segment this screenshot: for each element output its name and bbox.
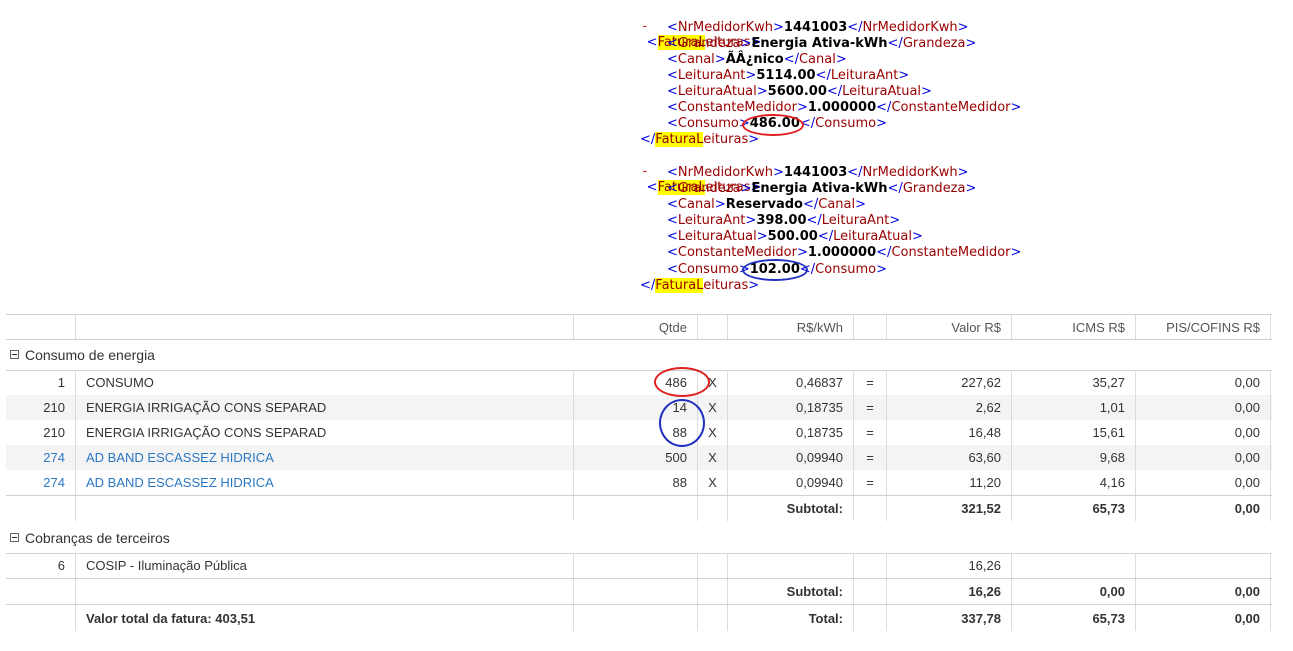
row-description: CONSUMO — [76, 370, 574, 395]
row-icms: 1,01 — [1012, 395, 1136, 420]
row-description: ENERGIA IRRIGAÇÃO CONS SEPARAD — [76, 395, 574, 420]
xml-open-tag[interactable]: - <FaturaLeituras> — [626, 148, 761, 195]
row-valor: 227,62 — [887, 370, 1012, 395]
table-row: 274 AD BAND ESCASSEZ HIDRICA 500 X 0,099… — [6, 445, 1272, 470]
collapse-box-icon[interactable] — [10, 350, 19, 359]
total-row: Valor total da fatura: 403,51 Total: 337… — [6, 605, 1272, 631]
total-valor: 337,78 — [887, 605, 1012, 631]
xml-line: <Canal>Reservado</Canal> — [667, 197, 867, 212]
row-code: 210 — [6, 420, 76, 445]
table-row: 274 AD BAND ESCASSEZ HIDRICA 88 X 0,0994… — [6, 470, 1272, 496]
row-rate: 0,09940 — [728, 445, 854, 470]
row-description-link[interactable]: AD BAND ESCASSEZ HIDRICA — [76, 445, 574, 470]
red-annotation-circle — [654, 367, 710, 397]
row-description: COSIP - Iluminação Pública — [76, 553, 574, 578]
xml-line: <LeituraAtual>5600.00</LeituraAtual> — [667, 84, 932, 99]
collapse-icon[interactable]: - — [643, 19, 648, 34]
subtotal-icms: 0,00 — [1012, 579, 1136, 604]
row-equals: = — [854, 420, 887, 445]
xml-line: <LeituraAtual>500.00</LeituraAtual> — [667, 229, 923, 244]
row-icms: 35,27 — [1012, 370, 1136, 395]
row-description-link[interactable]: AD BAND ESCASSEZ HIDRICA — [76, 470, 574, 495]
row-pis: 0,00 — [1136, 370, 1271, 395]
xml-line: <Canal>ÃÂ¿nico</Canal> — [667, 52, 847, 67]
xml-line: <Grandeza>Energia Ativa-kWh</Grandeza> — [667, 36, 977, 51]
collapse-icon[interactable]: - — [643, 164, 648, 179]
row-multiply: X — [698, 470, 728, 495]
invoice-table: Qtde R$/kWh Valor R$ ICMS R$ PIS/COFINS … — [6, 314, 1272, 634]
xml-line: <LeituraAnt>398.00</LeituraAnt> — [667, 213, 901, 228]
xml-line: <ConstanteMedidor>1.000000</ConstanteMed… — [667, 100, 1022, 115]
subtotal-label: Subtotal: — [728, 579, 854, 604]
header-pis-cofins[interactable]: PIS/COFINS R$ — [1136, 315, 1271, 339]
row-equals: = — [854, 370, 887, 395]
group-header-consumo[interactable]: Consumo de energia — [6, 339, 1272, 371]
table-row: 6 COSIP - Iluminação Pública 16,26 — [6, 553, 1272, 579]
xml-line: <Grandeza>Energia Ativa-kWh</Grandeza> — [667, 181, 977, 196]
row-valor: 2,62 — [887, 395, 1012, 420]
xml-line: <LeituraAnt>5114.00</LeituraAnt> — [667, 68, 910, 83]
row-qty: 500 — [574, 445, 698, 470]
invoice-total-label: Valor total da fatura: 403,51 — [76, 605, 574, 631]
group-title: Consumo de energia — [25, 346, 155, 363]
xml-line: <ConstanteMedidor>1.000000</ConstanteMed… — [667, 245, 1022, 260]
subtotal-icms: 65,73 — [1012, 496, 1136, 521]
row-code: 1 — [6, 370, 76, 395]
header-qtde[interactable]: Qtde — [574, 315, 698, 339]
xml-close-tag: </FaturaLeituras> — [640, 278, 760, 293]
total-label: Total: — [728, 605, 854, 631]
table-header: Qtde R$/kWh Valor R$ ICMS R$ PIS/COFINS … — [6, 314, 1272, 340]
header-valor[interactable]: Valor R$ — [887, 315, 1012, 339]
row-code: 210 — [6, 395, 76, 420]
row-pis: 0,00 — [1136, 395, 1271, 420]
row-equals: = — [854, 395, 887, 420]
row-icms: 4,16 — [1012, 470, 1136, 495]
table-row: 1 CONSUMO 486 X 0,46837 = 227,62 35,27 0… — [6, 370, 1272, 395]
table-row: 210 ENERGIA IRRIGAÇÃO CONS SEPARAD 88 X … — [6, 420, 1272, 445]
xml-line: <NrMedidorKwh>1441003</NrMedidorKwh> — [667, 20, 969, 35]
row-equals: = — [854, 445, 887, 470]
row-valor: 16,48 — [887, 420, 1012, 445]
collapse-box-icon[interactable] — [10, 533, 19, 542]
subtotal-row: Subtotal: 321,52 65,73 0,00 — [6, 496, 1272, 521]
subtotal-pis: 0,00 — [1136, 579, 1271, 604]
row-pis: 0,00 — [1136, 470, 1271, 495]
row-icms: 9,68 — [1012, 445, 1136, 470]
total-icms: 65,73 — [1012, 605, 1136, 631]
subtotal-valor: 321,52 — [887, 496, 1012, 521]
row-valor: 11,20 — [887, 470, 1012, 495]
row-rate: 0,09940 — [728, 470, 854, 495]
row-pis: 0,00 — [1136, 420, 1271, 445]
row-pis: 0,00 — [1136, 445, 1271, 470]
row-description: ENERGIA IRRIGAÇÃO CONS SEPARAD — [76, 420, 574, 445]
table-row: 210 ENERGIA IRRIGAÇÃO CONS SEPARAD 14 X … — [6, 395, 1272, 420]
row-rate: 0,46837 — [728, 370, 854, 395]
subtotal-label: Subtotal: — [728, 496, 854, 521]
row-rate: 0,18735 — [728, 420, 854, 445]
subtotal-pis: 0,00 — [1136, 496, 1271, 521]
xml-line: <NrMedidorKwh>1441003</NrMedidorKwh> — [667, 165, 969, 180]
group-title: Cobranças de terceiros — [25, 529, 170, 546]
row-icms: 15,61 — [1012, 420, 1136, 445]
row-valor: 16,26 — [887, 553, 1012, 578]
xml-viewer: - <FaturaLeituras> <NrMedidorKwh>1441003… — [620, 0, 1260, 300]
header-rate[interactable]: R$/kWh — [728, 315, 854, 339]
row-code: 6 — [6, 553, 76, 578]
row-qty: 88 — [574, 470, 698, 495]
row-valor: 63,60 — [887, 445, 1012, 470]
xml-open-tag[interactable]: - <FaturaLeituras> — [626, 3, 761, 50]
row-code[interactable]: 274 — [6, 470, 76, 495]
group-header-cobrancas[interactable]: Cobranças de terceiros — [6, 522, 1272, 554]
row-code[interactable]: 274 — [6, 445, 76, 470]
row-equals: = — [854, 470, 887, 495]
total-pis: 0,00 — [1136, 605, 1271, 631]
subtotal-valor: 16,26 — [887, 579, 1012, 604]
row-rate: 0,18735 — [728, 395, 854, 420]
blue-annotation-circle — [659, 399, 705, 447]
xml-close-tag: </FaturaLeituras> — [640, 132, 760, 147]
row-multiply: X — [698, 445, 728, 470]
subtotal-row: Subtotal: 16,26 0,00 0,00 — [6, 579, 1272, 605]
header-icms[interactable]: ICMS R$ — [1012, 315, 1136, 339]
